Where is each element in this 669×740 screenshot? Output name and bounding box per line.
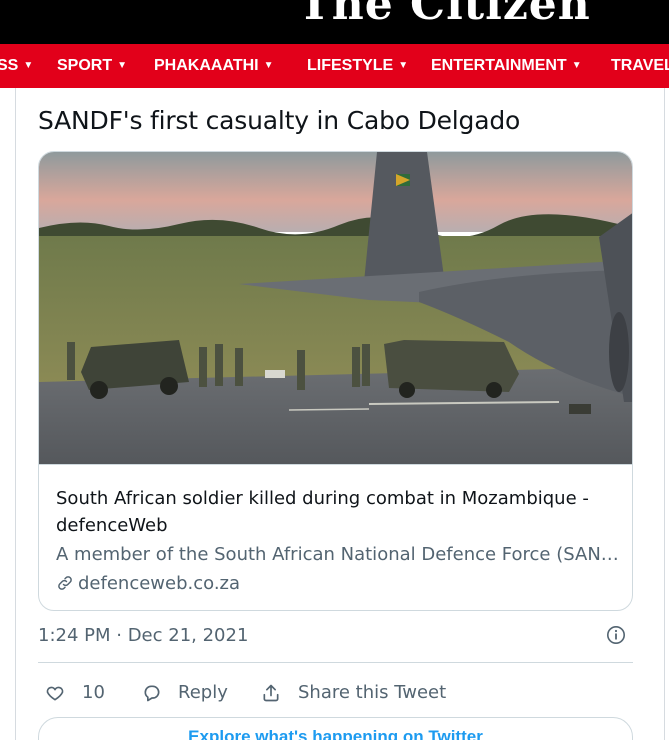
caret-down-icon: ▼ bbox=[117, 60, 128, 71]
nav-item-phakaaathi[interactable]: PHAKAAATHI ▼ bbox=[154, 44, 274, 88]
link-domain-text: defenceweb.co.za bbox=[78, 573, 241, 594]
nav-item-lifestyle[interactable]: LIFESTYLE ▼ bbox=[307, 44, 408, 88]
like-button[interactable]: 10 bbox=[45, 680, 115, 706]
nav-item-label: SPORT bbox=[57, 57, 113, 74]
heart-icon bbox=[46, 686, 64, 701]
share-upload-icon bbox=[263, 684, 279, 702]
share-button[interactable]: Share this Tweet bbox=[261, 680, 451, 706]
nav-item-label: ENTERTAINMENT bbox=[431, 57, 567, 74]
caret-down-icon: ▼ bbox=[398, 60, 409, 71]
link-preview-card[interactable]: South African soldier killed during comb… bbox=[38, 151, 633, 611]
reply-button[interactable]: Reply bbox=[142, 680, 242, 706]
caret-down-icon: ▼ bbox=[263, 60, 274, 71]
reply-label: Reply bbox=[178, 682, 228, 703]
nav-item-sport[interactable]: SPORT ▼ bbox=[57, 44, 127, 88]
nav-item-business[interactable]: SS ▼ bbox=[0, 44, 33, 88]
tweet-timestamp[interactable]: 1:24 PM · Dec 21, 2021 bbox=[38, 625, 248, 646]
link-domain: defenceweb.co.za bbox=[56, 572, 240, 596]
nav-item-label: PHAKAAATHI bbox=[154, 57, 259, 74]
link-icon bbox=[58, 576, 72, 590]
nav-item-label: LIFESTYLE bbox=[307, 57, 394, 74]
share-label: Share this Tweet bbox=[298, 682, 447, 703]
reply-bubble-icon bbox=[144, 685, 160, 702]
caret-down-icon: ▼ bbox=[23, 60, 34, 71]
tweet-text: SANDF's first casualty in Cabo Delgado bbox=[38, 106, 521, 135]
nav-item-entertainment[interactable]: ENTERTAINMENT ▼ bbox=[431, 44, 582, 88]
article-image bbox=[39, 152, 632, 464]
caret-down-icon: ▼ bbox=[571, 60, 582, 71]
info-icon[interactable] bbox=[606, 625, 626, 645]
link-preview-meta: South African soldier killed during comb… bbox=[39, 464, 632, 610]
link-title: South African soldier killed during comb… bbox=[56, 488, 589, 536]
explore-twitter-box: Explore what's happening on Twitter bbox=[38, 717, 633, 740]
like-count: 10 bbox=[82, 682, 105, 703]
link-description: A member of the South African National D… bbox=[56, 544, 621, 565]
site-masthead: The Citizen bbox=[0, 0, 669, 44]
tweet-divider bbox=[38, 662, 633, 663]
nav-item-label: SS bbox=[0, 57, 19, 74]
main-nav: SS ▼ SPORT ▼ PHAKAAATHI ▼ LIFESTYLE ▼ ENTERT… bbox=[0, 44, 669, 88]
nav-item-travel[interactable]: TRAVEL bbox=[611, 44, 669, 88]
nav-item-label: TRAVEL bbox=[611, 57, 669, 74]
explore-twitter-link[interactable]: Explore what's happening on Twitter bbox=[39, 727, 632, 740]
site-logo[interactable]: The Citizen bbox=[298, 0, 591, 27]
